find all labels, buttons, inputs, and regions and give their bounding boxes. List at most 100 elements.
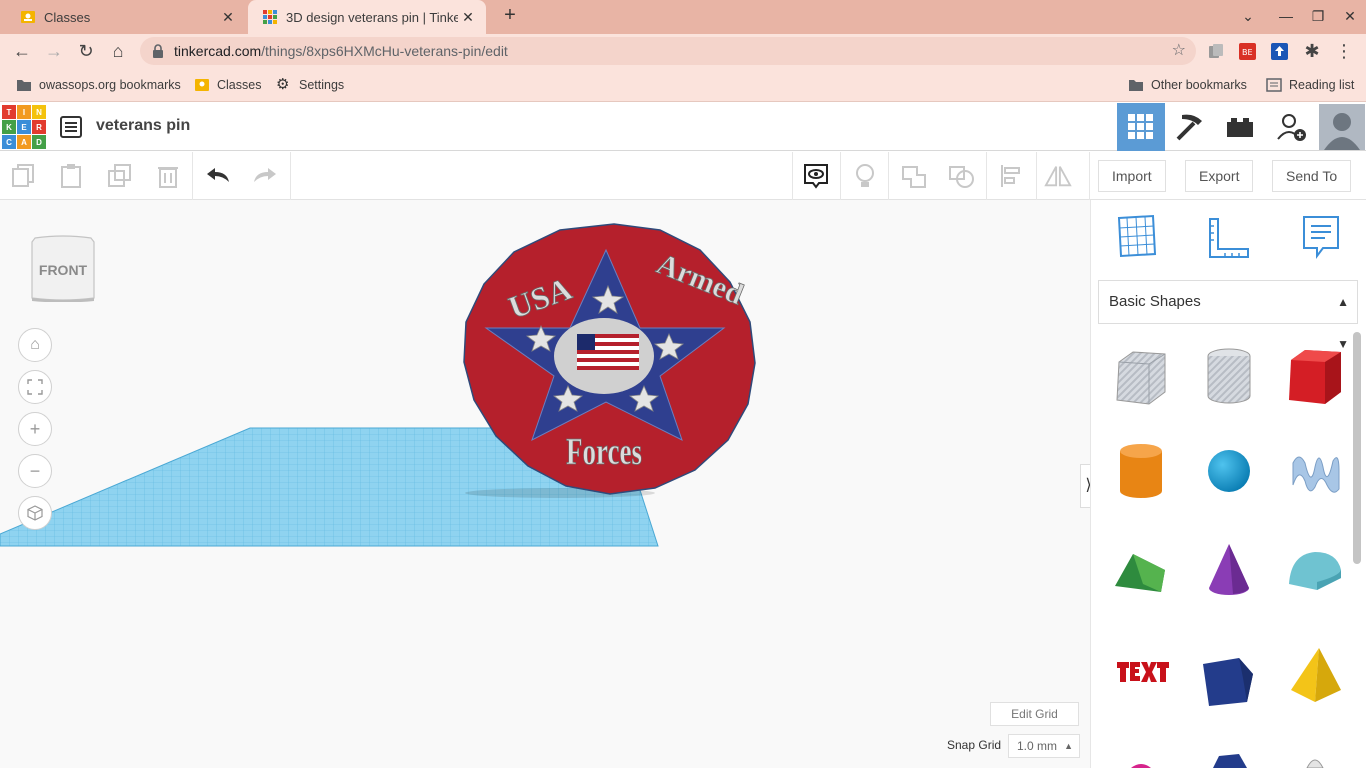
- extensions-puzzle-icon[interactable]: ✱: [1301, 40, 1323, 62]
- close-icon[interactable]: ✕: [218, 9, 238, 26]
- pyramid-shape[interactable]: [1285, 644, 1345, 704]
- perspective-button[interactable]: [18, 496, 52, 530]
- browser-tab-strip: Classes ✕ 3D design veterans pin | Tinke…: [0, 0, 1366, 34]
- browser-menu-icon[interactable]: ⋮: [1333, 40, 1355, 62]
- delete-button[interactable]: [154, 162, 182, 190]
- workplane-viewport[interactable]: USA Armed Forces FRONT ⌂ + − Edit Grid S…: [0, 200, 1096, 768]
- paste-icon: [61, 164, 81, 188]
- roof-shape[interactable]: [1111, 540, 1171, 600]
- export-button[interactable]: Export: [1185, 160, 1254, 192]
- user-avatar[interactable]: [1318, 103, 1366, 151]
- align-button[interactable]: [998, 162, 1026, 190]
- classroom-icon: [195, 79, 209, 91]
- send-to-button[interactable]: Send To: [1272, 160, 1352, 192]
- zoom-in-button[interactable]: +: [18, 412, 52, 446]
- edit-grid-button[interactable]: Edit Grid: [990, 702, 1079, 726]
- browser-toolbar: ← → ↻ ⌂ tinkercad.com/things/8xps6HXMcHu…: [0, 34, 1366, 68]
- shape-category-select[interactable]: Basic Shapes ▲ ▼: [1098, 280, 1358, 351]
- bookmark-star-icon[interactable]: ☆: [1172, 40, 1186, 60]
- shapes-scrollbar[interactable]: [1353, 332, 1361, 564]
- box-hole-shape[interactable]: [1111, 346, 1171, 406]
- pin-text-forces: Forces: [566, 431, 642, 473]
- extension-red-icon[interactable]: BE: [1239, 43, 1256, 60]
- minecraft-view-button[interactable]: [1166, 103, 1214, 151]
- extension-upload-icon[interactable]: [1271, 43, 1288, 60]
- group-button[interactable]: [900, 162, 928, 190]
- cylinder-shape[interactable]: [1111, 441, 1171, 501]
- back-arrow-icon[interactable]: ←: [11, 40, 33, 62]
- cone-shape[interactable]: [1199, 540, 1259, 600]
- snap-grid-value: 1.0 mm: [1017, 739, 1058, 753]
- invite-user-button[interactable]: [1268, 103, 1316, 151]
- bookmark-other[interactable]: Other bookmarks: [1128, 77, 1247, 93]
- undo-button[interactable]: [204, 162, 232, 190]
- paste-button[interactable]: [57, 162, 85, 190]
- view-cube[interactable]: FRONT: [31, 234, 95, 303]
- new-tab-button[interactable]: +: [498, 5, 522, 25]
- sphere-shape[interactable]: [1199, 441, 1259, 501]
- 3d-design-view-button[interactable]: [1117, 103, 1165, 151]
- design-list-icon[interactable]: [59, 115, 83, 139]
- snap-grid-label: Snap Grid: [947, 738, 1002, 752]
- reload-icon[interactable]: ↻: [75, 40, 97, 62]
- cylinder-hole-shape[interactable]: [1199, 346, 1259, 406]
- prism-shape[interactable]: [1199, 652, 1259, 712]
- home-view-button[interactable]: ⌂: [18, 328, 52, 362]
- polygon-shape[interactable]: [1199, 746, 1259, 768]
- fit-view-button[interactable]: [18, 370, 52, 404]
- bookmarks-bar: owassops.org bookmarks Classes ⚙ Setting…: [0, 68, 1366, 102]
- classroom-icon: [21, 11, 35, 23]
- window-close-icon[interactable]: ✕: [1338, 6, 1362, 26]
- tinkercad-header: T I N K E R C A D veterans pin: [0, 103, 1366, 151]
- design-name[interactable]: veterans pin: [96, 117, 190, 135]
- folder-icon: [1129, 80, 1143, 91]
- tinkercad-logo[interactable]: T I N K E R C A D: [2, 105, 46, 149]
- redo-icon: [254, 168, 276, 182]
- round-roof-shape[interactable]: [1285, 540, 1345, 600]
- box-shape[interactable]: [1285, 346, 1345, 406]
- bookmark-settings[interactable]: ⚙ Settings: [276, 77, 344, 93]
- snap-grid-select[interactable]: 1.0 mm ▲: [1008, 734, 1080, 758]
- ungroup-button[interactable]: [948, 162, 976, 190]
- half-sphere-shape[interactable]: [1111, 746, 1171, 768]
- minus-icon: −: [29, 460, 41, 481]
- minimize-icon[interactable]: —: [1274, 6, 1298, 26]
- light-bulb-icon: [856, 164, 874, 187]
- bricks-view-button[interactable]: [1216, 103, 1264, 151]
- paraboloid-shape[interactable]: [1285, 746, 1345, 768]
- tinkercad-favicon-icon: [263, 10, 277, 24]
- notes-visibility-button[interactable]: [802, 162, 830, 190]
- forward-arrow-icon[interactable]: →: [43, 40, 65, 62]
- light-bulb-button[interactable]: [851, 162, 879, 190]
- duplicate-button[interactable]: [106, 162, 134, 190]
- import-button[interactable]: Import: [1098, 160, 1166, 192]
- extension-copy-icon[interactable]: [1208, 43, 1224, 59]
- scribble-shape[interactable]: [1285, 441, 1345, 501]
- notes-icon[interactable]: [1301, 214, 1341, 260]
- workplane-grid[interactable]: USA Armed Forces: [0, 200, 1090, 768]
- copy-button[interactable]: [10, 162, 38, 190]
- tab-search-chevron-icon[interactable]: ⌄: [1236, 6, 1260, 26]
- close-icon[interactable]: ✕: [458, 9, 478, 26]
- reading-list[interactable]: Reading list: [1266, 77, 1354, 93]
- text-shape[interactable]: [1111, 644, 1171, 704]
- lock-icon: [153, 44, 163, 58]
- mirror-button[interactable]: [1044, 162, 1072, 190]
- flag-icon: [577, 334, 639, 370]
- address-bar[interactable]: tinkercad.com/things/8xps6HXMcHu-veteran…: [140, 37, 1196, 65]
- browser-tab-tinkercad[interactable]: 3D design veterans pin | Tinkerca ✕: [248, 0, 486, 34]
- zoom-out-button[interactable]: −: [18, 454, 52, 488]
- duplicate-icon: [108, 164, 131, 187]
- restore-icon[interactable]: ❐: [1306, 6, 1330, 26]
- browser-tab-classes[interactable]: Classes ✕: [6, 0, 246, 34]
- redo-button[interactable]: [251, 162, 279, 190]
- workplane-icon[interactable]: [1115, 214, 1159, 258]
- home-icon[interactable]: ⌂: [107, 40, 129, 62]
- ruler-icon[interactable]: [1207, 216, 1251, 260]
- bookmark-owassops[interactable]: owassops.org bookmarks: [16, 77, 181, 93]
- plus-icon: +: [29, 418, 41, 439]
- eye-note-icon: [804, 164, 828, 189]
- brick-icon: [1227, 118, 1253, 137]
- bookmark-classes[interactable]: Classes: [194, 77, 261, 93]
- caret-up-icon: ▲: [1064, 741, 1073, 751]
